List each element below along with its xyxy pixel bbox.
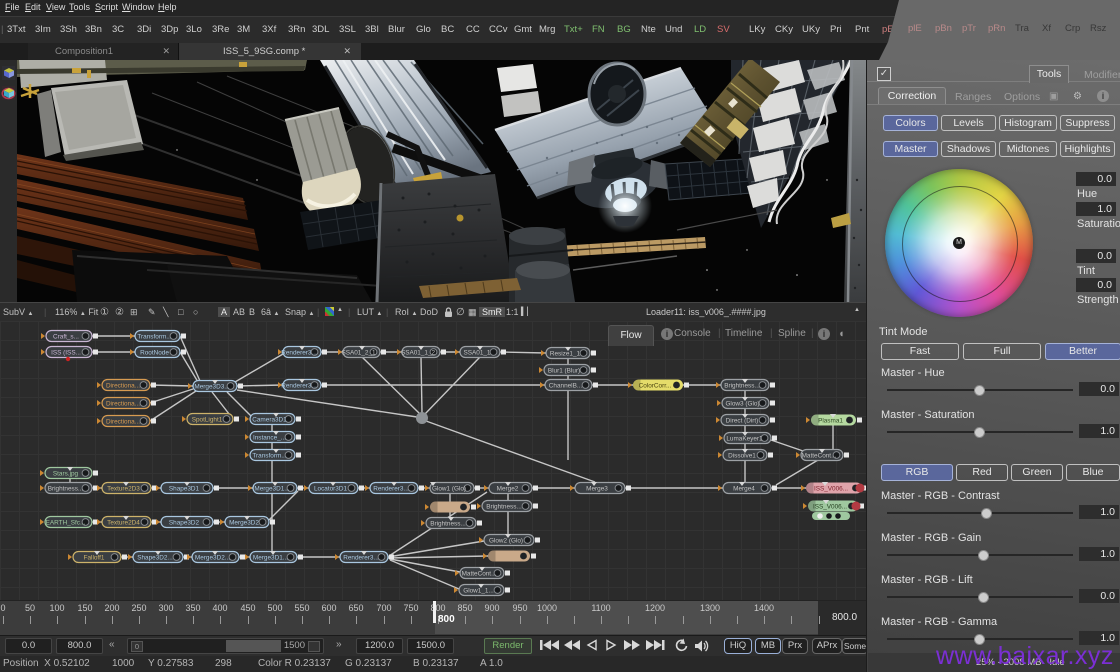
svg-text:RootNode: RootNode xyxy=(140,350,169,357)
svg-text:Direct (Dirt): Direct (Dirt) xyxy=(726,418,759,425)
svg-text:Stars.jpg: Stars.jpg xyxy=(53,471,79,478)
svg-text:Resize1_1: Resize1_1 xyxy=(550,351,581,358)
svg-text:Renderer3...: Renderer3... xyxy=(343,555,379,562)
svg-text:Renderer3...: Renderer3... xyxy=(281,383,317,390)
svg-text:Brightness...: Brightness... xyxy=(486,504,522,511)
svg-text:Shape3D2...: Shape3D2... xyxy=(137,555,173,562)
svg-text:Brightness...: Brightness... xyxy=(724,383,760,390)
svg-text:Shape3D2: Shape3D2 xyxy=(169,520,200,527)
svg-text:EARTH_Sfc...: EARTH_Sfc... xyxy=(46,520,86,527)
svg-text:Directiona...: Directiona... xyxy=(106,401,140,408)
svg-text:Glow1 (Glo): Glow1 (Glo) xyxy=(432,486,466,493)
svg-text:SSA01_1: SSA01_1 xyxy=(463,350,490,357)
svg-text:ChannelB...: ChannelB... xyxy=(549,383,583,390)
svg-text:Texture2D4: Texture2D4 xyxy=(107,520,140,527)
svg-text:Plasma1: Plasma1 xyxy=(818,418,843,425)
svg-text:Merge3: Merge3 xyxy=(586,486,608,493)
svg-text:Blur1 (Blur): Blur1 (Blur) xyxy=(548,368,580,375)
svg-text:Renderer3...: Renderer3... xyxy=(373,486,409,493)
svg-text:Merge3D2...: Merge3D2... xyxy=(195,555,230,562)
svg-text:Merge3D1...: Merge3D1... xyxy=(253,555,288,562)
svg-text:SpotLight1: SpotLight1 xyxy=(192,417,223,424)
svg-text:Transform...: Transform... xyxy=(252,453,286,460)
svg-text:Craft_s...: Craft_s... xyxy=(53,334,79,341)
svg-text:Shape3D1: Shape3D1 xyxy=(169,486,200,493)
svg-text:MatteCont...: MatteCont... xyxy=(462,571,497,578)
svg-text:Glow2 (Glo): Glow2 (Glo) xyxy=(489,538,523,545)
svg-text:Glow3 (Glo): Glow3 (Glo) xyxy=(725,401,759,408)
svg-text:Merge3D3...: Merge3D3... xyxy=(194,384,229,391)
svg-text:Merge4: Merge4 xyxy=(733,486,755,493)
svg-text:Renderer3...: Renderer3... xyxy=(281,350,317,357)
svg-text:Transform...: Transform... xyxy=(137,334,171,341)
svg-text:Brightness...: Brightness... xyxy=(48,486,84,493)
svg-text:Brightness...: Brightness... xyxy=(430,521,466,528)
svg-text:Merge3D1...: Merge3D1... xyxy=(254,486,289,493)
svg-text:LumaKeyer1: LumaKeyer1 xyxy=(726,436,763,443)
svg-text:Texture2D3: Texture2D3 xyxy=(107,486,140,493)
svg-text:Dissolve1: Dissolve1 xyxy=(728,453,756,460)
svg-text:Directiona...: Directiona... xyxy=(106,383,140,390)
svg-text:ColorCorr...: ColorCorr... xyxy=(639,383,672,390)
svg-text:Camera3D1: Camera3D1 xyxy=(252,417,287,424)
svg-text:MatteCont...: MatteCont... xyxy=(802,453,837,460)
svg-text:Locator3D1: Locator3D1 xyxy=(314,486,347,493)
svg-text:Merge3D2: Merge3D2 xyxy=(229,520,259,527)
svg-text:Directiona...: Directiona... xyxy=(106,419,140,426)
svg-text:SSA01_2_1: SSA01_2_1 xyxy=(341,350,376,357)
svg-text:SSA01_1_2: SSA01_1_2 xyxy=(401,350,436,357)
svg-text:ISS_V006...: ISS_V006... xyxy=(814,486,848,493)
svg-text:Merge2: Merge2 xyxy=(497,486,519,493)
svg-text:Glow1_1...: Glow1_1... xyxy=(463,588,494,595)
svg-text:ISS_V006...: ISS_V006... xyxy=(813,504,847,511)
svg-text:ISS (ISS...: ISS (ISS... xyxy=(51,350,81,357)
svg-text:Falloff1: Falloff1 xyxy=(84,555,105,562)
svg-text:Instance_...: Instance_... xyxy=(253,435,286,442)
